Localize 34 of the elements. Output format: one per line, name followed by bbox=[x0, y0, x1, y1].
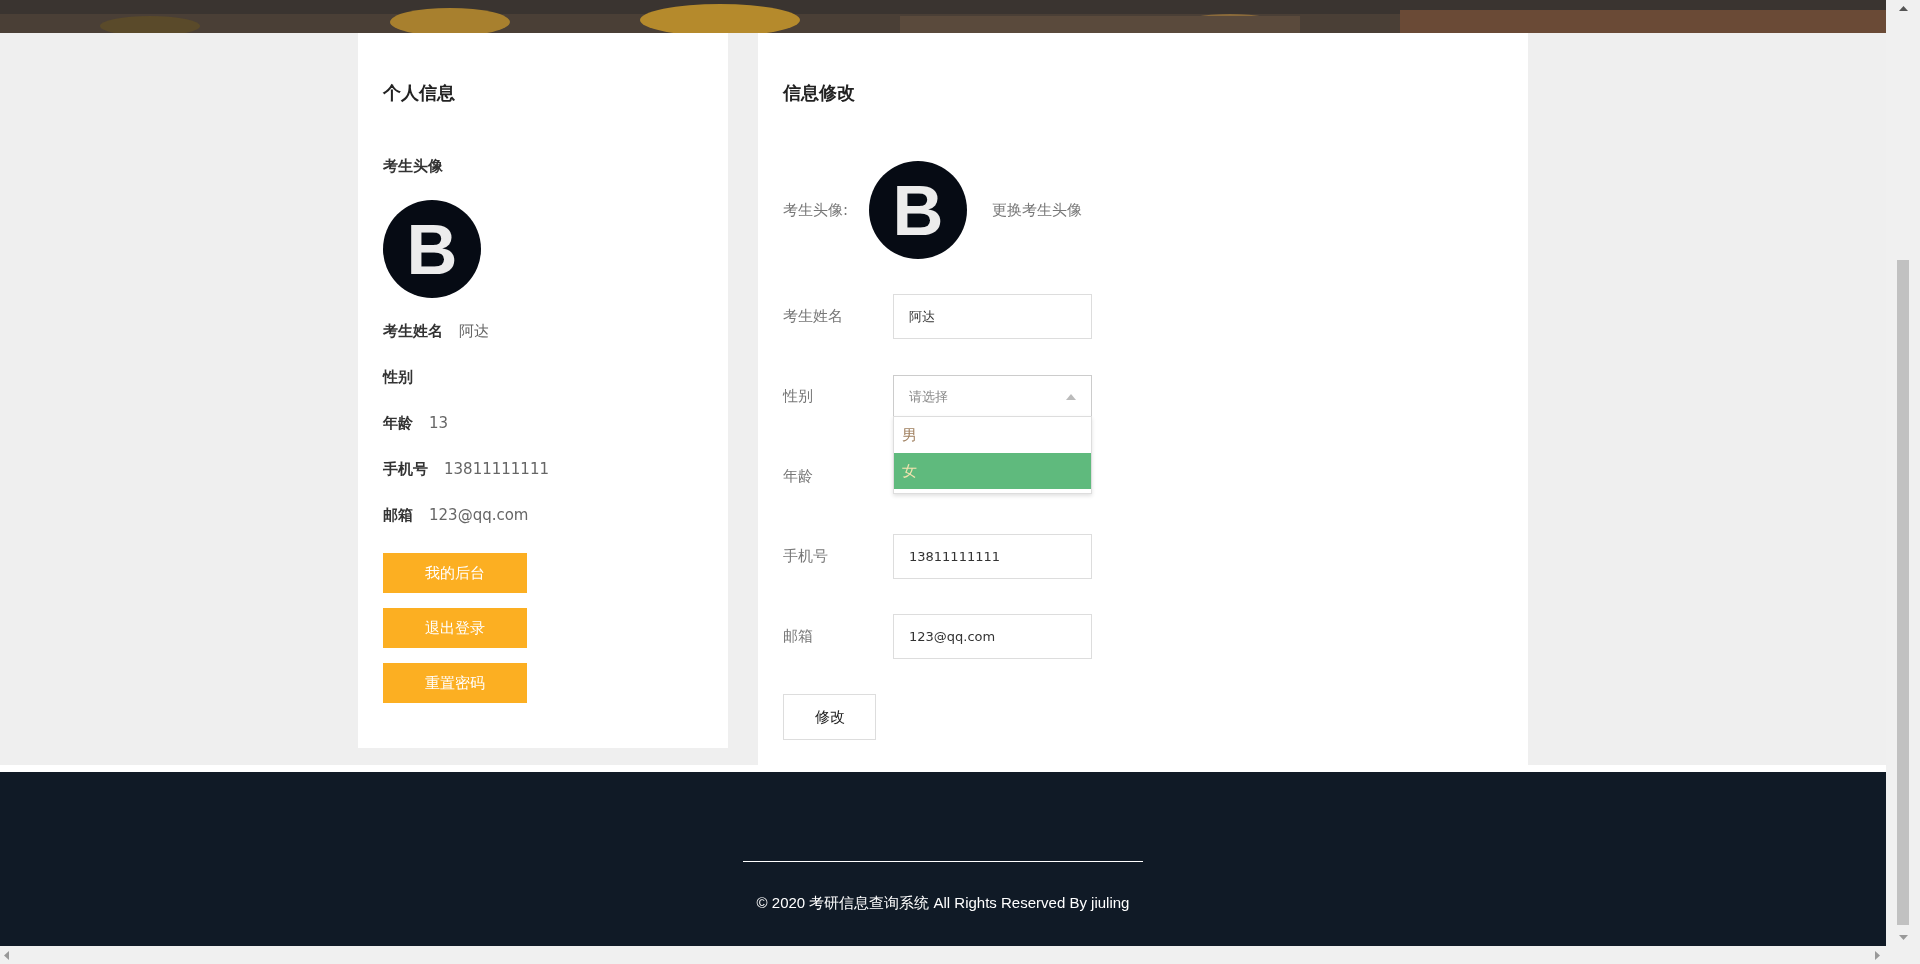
field-value: 123@qq.com bbox=[429, 506, 529, 524]
field-label: 年龄 bbox=[383, 413, 413, 433]
scroll-down-icon[interactable] bbox=[1898, 935, 1908, 940]
copyright-text: © 2020 考研信息查询系统 All Rights Reserved By jiuling bbox=[756, 894, 1130, 913]
scroll-left-icon[interactable] bbox=[4, 950, 9, 960]
text-field[interactable]: 123@qq.com bbox=[893, 614, 1092, 659]
horizontal-scrollbar[interactable] bbox=[0, 946, 1920, 964]
avatar: B bbox=[869, 161, 967, 259]
field-label: 性别 bbox=[783, 387, 814, 406]
text-field[interactable]: 阿达 bbox=[893, 294, 1092, 339]
card-title: 个人信息 bbox=[383, 81, 455, 105]
dropdown-option[interactable]: 男 bbox=[894, 417, 1091, 453]
field-value: 阿达 bbox=[459, 321, 489, 341]
field-label: 手机号 bbox=[383, 459, 428, 479]
field-label: 考生姓名 bbox=[783, 307, 844, 326]
field-label: 邮箱 bbox=[783, 627, 814, 646]
change-avatar-link[interactable]: 更换考生头像 bbox=[992, 200, 1082, 220]
field-label: 手机号 bbox=[783, 547, 829, 566]
field-label: 考生姓名 bbox=[383, 321, 443, 341]
submit-button[interactable]: 修改 bbox=[783, 694, 876, 740]
avatar-label: 考生头像 bbox=[383, 157, 443, 176]
field-label: 性别 bbox=[383, 367, 413, 387]
field-label: 年龄 bbox=[783, 467, 814, 486]
scroll-up-icon[interactable] bbox=[1898, 6, 1908, 11]
caret-up-icon bbox=[1066, 393, 1076, 400]
avatar: B bbox=[383, 200, 481, 298]
field-label: 考生头像: bbox=[783, 200, 850, 220]
field-label: 邮箱 bbox=[383, 505, 413, 525]
text-field[interactable]: 13811111111 bbox=[893, 534, 1092, 579]
scrollbar-thumb[interactable] bbox=[1897, 260, 1909, 925]
card-title: 信息修改 bbox=[783, 81, 855, 105]
field-value: 13811111111 bbox=[444, 460, 549, 478]
field-value: 13 bbox=[429, 414, 449, 432]
scroll-right-icon[interactable] bbox=[1875, 950, 1880, 960]
